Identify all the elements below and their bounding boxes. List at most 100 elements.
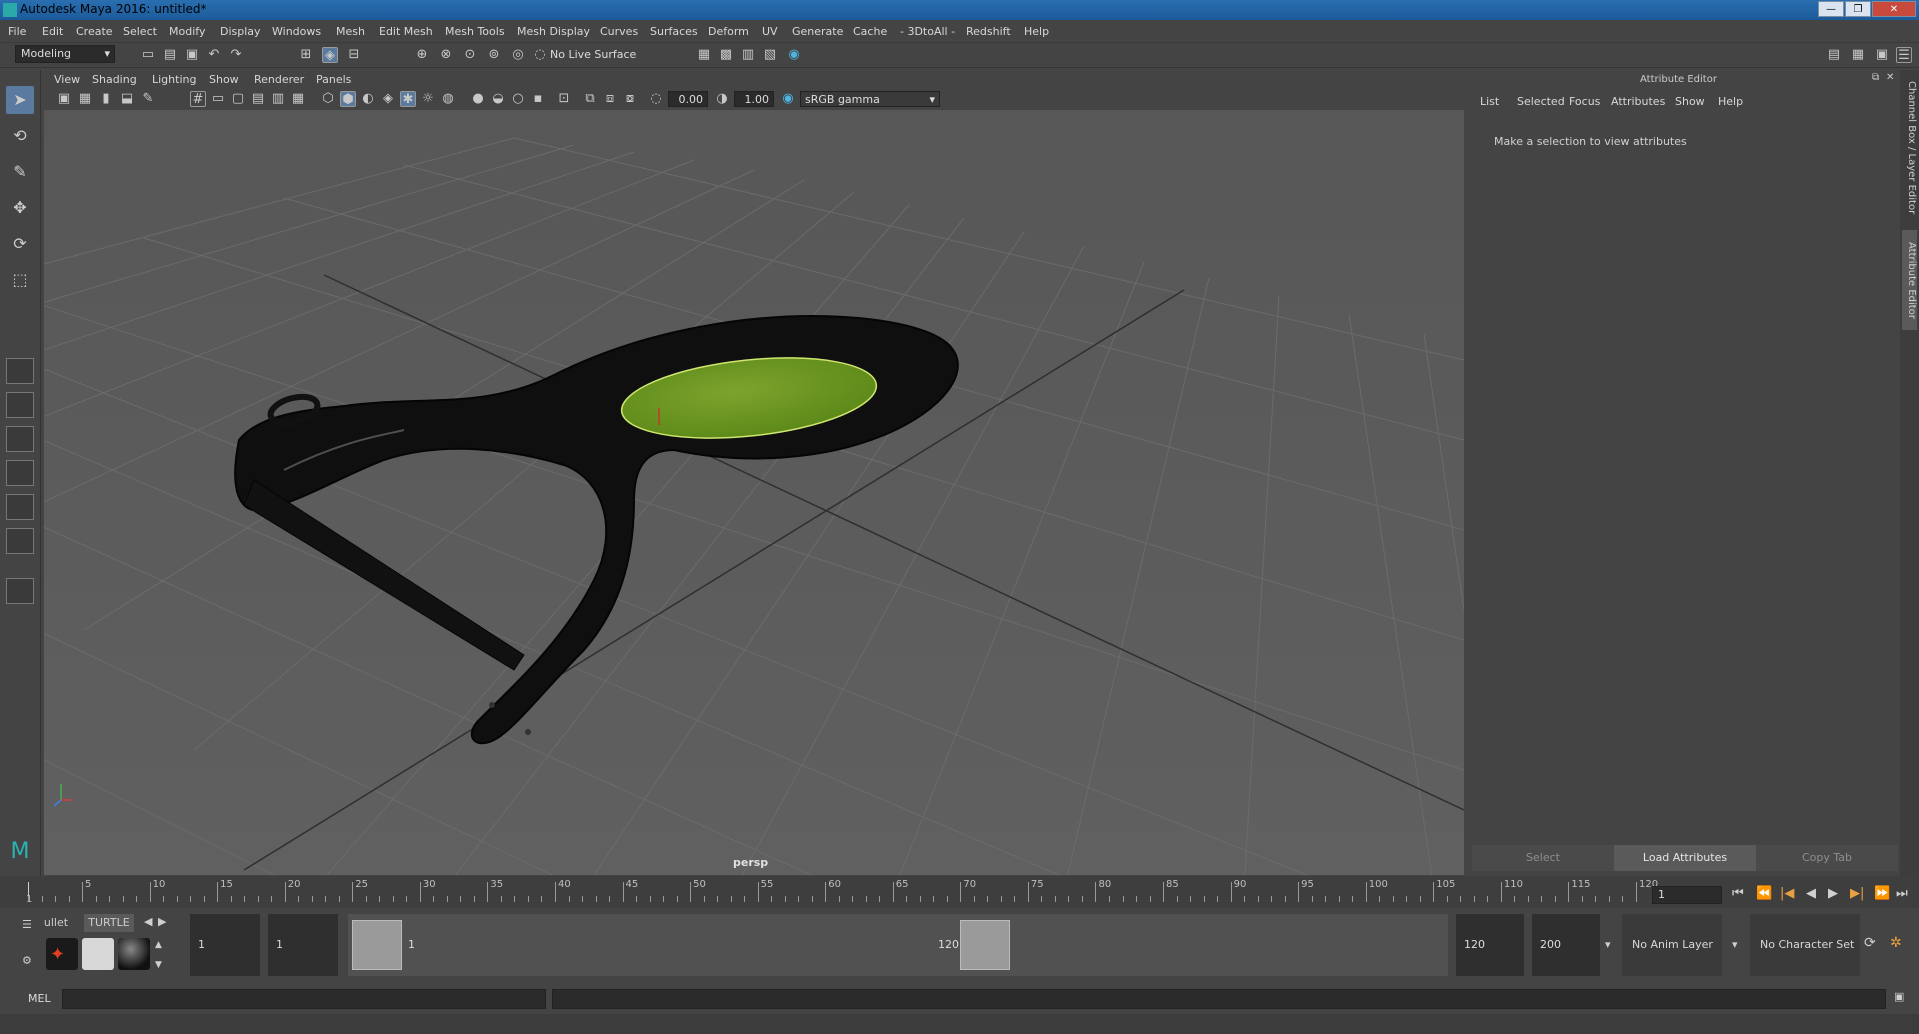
float-panel-icon[interactable]: ⧉ [1872,72,1879,83]
minimize-button[interactable]: — [1818,1,1844,17]
isolate-select-icon[interactable]: ⊡ [556,91,572,107]
range-start-handle[interactable] [352,920,402,970]
step-back-icon[interactable]: ⏪ [1756,886,1772,901]
close-button[interactable]: ✕ [1872,1,1916,17]
exposure-field[interactable]: 0.00 [668,91,708,107]
wireframe-icon[interactable]: ⬡ [320,91,336,107]
menu-display[interactable]: Display [220,25,261,38]
anim-layer-dropdown[interactable]: No Anim Layer [1622,914,1722,976]
use-all-lights-icon[interactable]: ✱ [400,91,416,107]
persp-hypershade-layout-icon[interactable] [6,494,34,520]
copy-tab-button[interactable]: Copy Tab [1756,845,1898,871]
panel-menu-view[interactable]: View [54,73,80,86]
bookmark-icon[interactable]: ▮ [98,91,114,107]
new-scene-icon[interactable]: ▭ [140,47,156,63]
persp-graph-layout-icon[interactable] [6,460,34,486]
shadows-icon[interactable]: ☼ [420,91,436,107]
play-forwards-icon[interactable]: ▶ [1828,886,1838,901]
select-component-icon[interactable]: ⊟ [346,47,362,63]
select-hierarchy-icon[interactable]: ⊞ [298,47,314,63]
move-tool-icon[interactable]: ✥ [6,194,34,222]
animation-start-field[interactable]: 1 [190,914,260,976]
select-object-icon[interactable]: ◈ [322,47,338,63]
safe-action-icon[interactable]: ▦ [290,91,306,107]
turtle-render-icon[interactable]: ✦ [46,938,78,970]
camera-icon[interactable]: ▣ [56,91,72,107]
rotate-tool-icon[interactable]: ⟳ [6,230,34,258]
hypershade-icon[interactable]: ◉ [786,47,802,63]
current-frame-field[interactable]: 1 [1652,886,1722,904]
channel-box-tab[interactable]: Channel Box / Layer Editor [1902,78,1917,218]
tool-settings-icon[interactable]: ▣ [1874,47,1890,63]
grid-toggle-icon[interactable]: # [190,91,206,107]
undo-icon[interactable]: ↶ [206,47,222,63]
attr-menu-selected[interactable]: Selected [1517,95,1565,108]
view-transform-dropdown[interactable]: sRGB gamma ▾ [800,91,940,107]
chevron-down-icon[interactable]: ▾ [1732,938,1738,951]
scale-tool-icon[interactable]: ⬚ [6,266,34,294]
gamma-field[interactable]: 1.00 [734,91,774,107]
range-end-handle[interactable] [960,920,1010,970]
step-forward-key-icon[interactable]: ▶| [1850,886,1864,901]
playback-start-field[interactable]: 1 [268,914,338,976]
xray-joints-icon[interactable]: ⧉ [582,91,598,107]
menu-edit-mesh[interactable]: Edit Mesh [379,25,433,38]
panel-menu-panels[interactable]: Panels [316,73,351,86]
lasso-tool-icon[interactable]: ⟲ [6,122,34,150]
menu-deform[interactable]: Deform [708,25,749,38]
step-back-key-icon[interactable]: |◀ [1780,886,1794,901]
step-forward-icon[interactable]: ⏩ [1874,886,1890,901]
shelf-scroll-down-icon[interactable]: ▼ [155,960,162,970]
attr-menu-show[interactable]: Show [1675,95,1705,108]
go-to-end-icon[interactable]: ⏭ [1896,886,1908,901]
command-input[interactable] [62,989,546,1009]
camera-lock-icon[interactable]: ▦ [77,91,93,107]
backface-icon[interactable]: ⧇ [622,91,638,107]
resolution-gate-icon[interactable]: ▢ [230,91,246,107]
xray-active-icon[interactable]: ⧈ [602,91,618,107]
field-chart-icon[interactable]: ▥ [270,91,286,107]
redo-icon[interactable]: ↷ [228,47,244,63]
menu-help[interactable]: Help [1024,25,1049,38]
shelf-tab-turtle[interactable]: TURTLE [84,914,134,932]
menu-create[interactable]: Create [76,25,113,38]
render-view-icon[interactable]: ▦ [696,47,712,63]
gamma-icon[interactable]: ◑ [714,91,730,107]
persp-uv-layout-icon[interactable] [6,528,34,554]
snap-grid-icon[interactable]: ⊕ [414,47,430,63]
depth-of-field-icon[interactable]: ○ [510,91,526,107]
anim-preferences-icon[interactable]: ✲ [1890,935,1902,951]
character-set-dropdown[interactable]: No Character Set [1750,914,1860,976]
menu-curves[interactable]: Curves [600,25,638,38]
shelf-tab-right-icon[interactable]: ▶ [158,915,166,928]
menu-set-dropdown[interactable]: Modeling ▾ [15,45,115,63]
panel-menu-lighting[interactable]: Lighting [152,73,196,86]
panel-menu-show[interactable]: Show [209,73,239,86]
snap-surface-icon[interactable]: ◎ [510,47,526,63]
grease-pencil-icon[interactable]: ✎ [140,91,156,107]
ipr-render-icon[interactable]: ▥ [740,47,756,63]
shelf-tab-bullet[interactable]: ullet [40,914,72,932]
menu-file[interactable]: File [8,25,26,38]
shelf-settings-icon[interactable]: ⚙ [22,954,32,967]
menu-generate[interactable]: Generate [792,25,843,38]
menu-windows[interactable]: Windows [272,25,321,38]
menu-uv[interactable]: UV [762,25,778,38]
menu-modify[interactable]: Modify [169,25,205,38]
screen-space-ao-icon[interactable]: ◍ [440,91,456,107]
menu-redshift[interactable]: Redshift [966,25,1011,38]
motion-blur-icon[interactable]: ● [470,91,486,107]
four-view-layout-icon[interactable] [6,392,34,418]
animation-end-field[interactable]: 200 [1532,914,1600,976]
menu-surfaces[interactable]: Surfaces [650,25,698,38]
play-backwards-icon[interactable]: ◀ [1806,886,1816,901]
panel-menu-shading[interactable]: Shading [92,73,137,86]
panel-menu-renderer[interactable]: Renderer [254,73,304,86]
time-slider[interactable]: 1 5 10 15 20 25 30 35 40 45 50 55 60 65 70 75 80 85 90 95 1… [0,876,1919,908]
wireframe-on-shaded-icon[interactable]: ◐ [360,91,376,107]
shelf-menu-icon[interactable]: ☰ [22,918,32,931]
load-attributes-button[interactable]: Load Attributes [1614,845,1756,871]
snap-point-icon[interactable]: ⊙ [462,47,478,63]
smooth-shade-icon[interactable]: ⬢ [340,91,356,107]
chevron-down-icon[interactable]: ▾ [1605,938,1611,951]
